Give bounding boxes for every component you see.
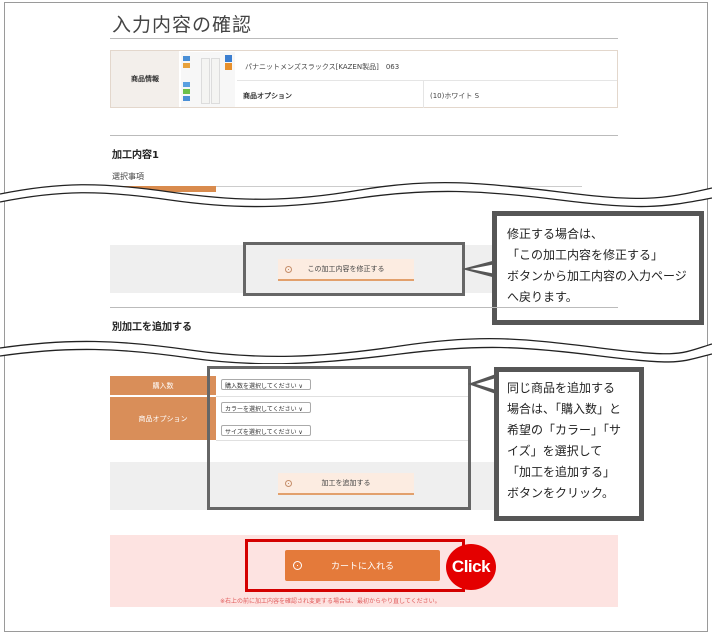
- tear-separator: [0, 181, 712, 208]
- options-label: 商品オプション: [110, 397, 216, 440]
- section-divider: [110, 135, 618, 136]
- color-swatch: [183, 96, 190, 101]
- product-option-value: (10)ホワイト S: [430, 92, 480, 100]
- color-swatch: [183, 63, 190, 68]
- add-callout: 同じ商品を追加する 場合は、「購入数」と 希望の「カラー」「サ イズ」を選択して…: [494, 367, 644, 521]
- color-swatch: [183, 82, 190, 87]
- cart-highlight-box: [245, 539, 465, 592]
- quantity-label: 購入数: [110, 376, 216, 395]
- product-info-label: 商品情報: [111, 51, 179, 107]
- color-swatch: [183, 89, 190, 94]
- product-name: パナニットメンズスラックス[KAZEN製品] 063: [245, 63, 400, 71]
- badge-icon: [225, 63, 232, 70]
- edit-highlight-box: [243, 242, 465, 296]
- callout-pointer: [462, 260, 496, 278]
- add-section-title: 別加工を追加する: [112, 322, 192, 333]
- tear-separator: [0, 337, 712, 364]
- callout-pointer: [468, 374, 496, 394]
- color-swatch: [183, 56, 190, 61]
- product-option-label: 商品オプション: [243, 92, 292, 100]
- click-badge: Click: [446, 544, 496, 590]
- title-divider: [110, 38, 618, 39]
- product-option-row: 商品オプション (10)ホワイト S: [237, 80, 617, 108]
- product-thumbnail: [181, 52, 235, 107]
- section-divider: [110, 307, 618, 308]
- processing-title: 加工内容1: [112, 150, 159, 161]
- add-highlight-box: [207, 366, 471, 510]
- pants-right-leg: [211, 58, 220, 104]
- edit-callout-text: 修正する場合は、 「この加工内容を修正する」 ボタンから加工内容の入力ページへ戻…: [497, 216, 699, 320]
- badge-icon: [225, 55, 232, 62]
- add-callout-text: 同じ商品を追加する 場合は、「購入数」と 希望の「カラー」「サ イズ」を選択して…: [499, 372, 639, 516]
- cart-note: ※右上の前に加工内容を確認され変更する場合は、最初からやり直してください。: [220, 598, 441, 605]
- cell-divider: [423, 81, 424, 108]
- page-title: 入力内容の確認: [112, 14, 253, 36]
- pants-left-leg: [201, 58, 210, 104]
- product-info-table: 商品情報 パナニットメンズスラックス[KAZEN製品] 063 商品オプション …: [110, 50, 618, 108]
